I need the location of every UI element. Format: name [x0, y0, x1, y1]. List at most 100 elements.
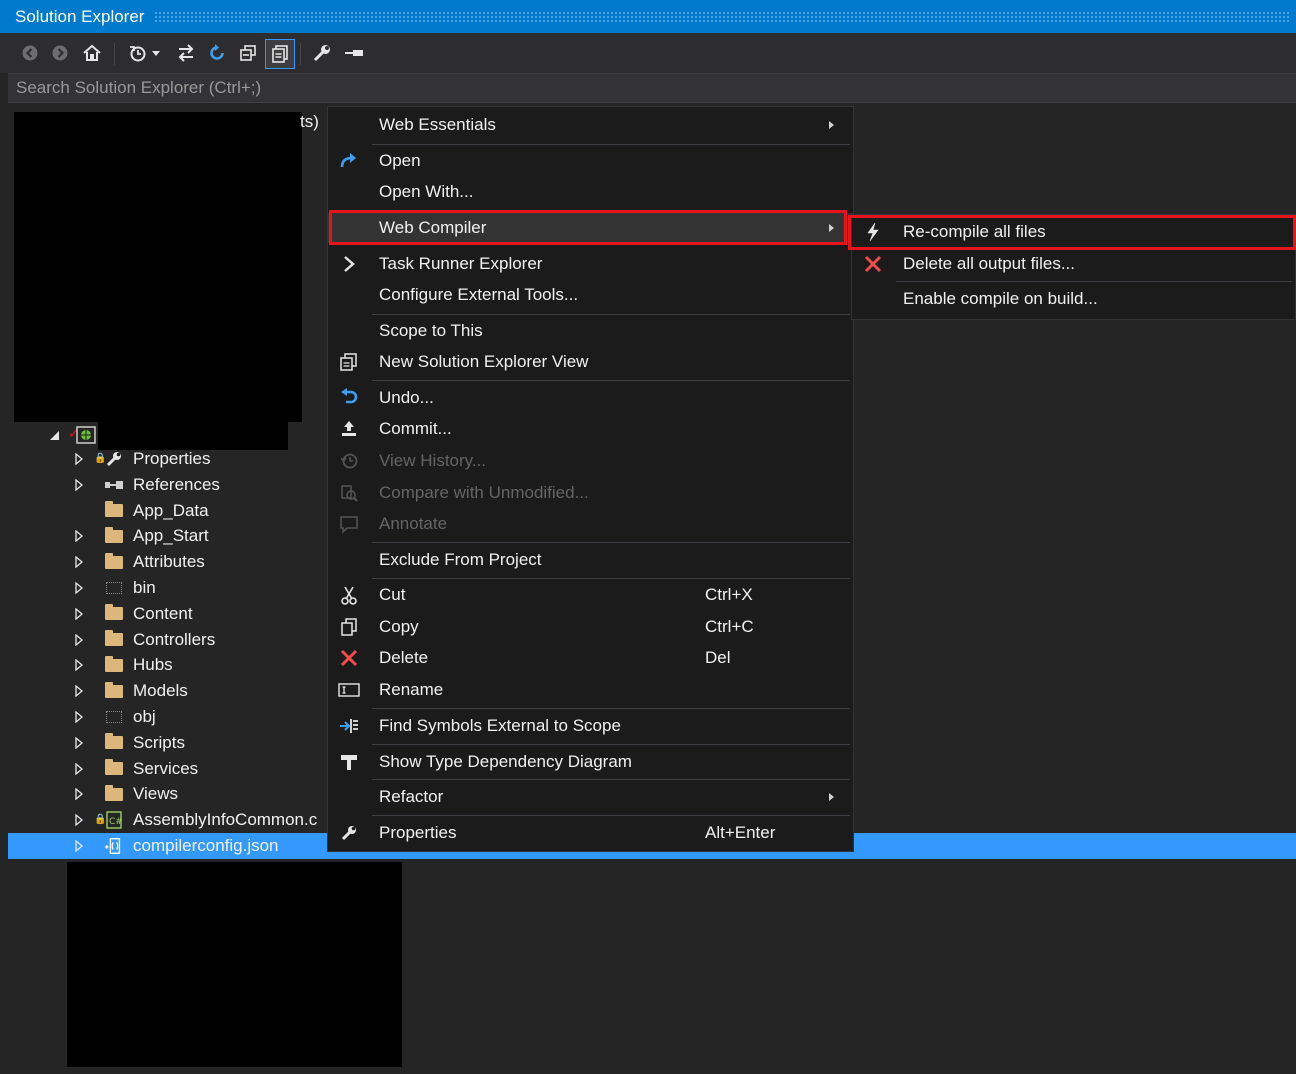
expand-arrow-icon[interactable] — [74, 788, 84, 801]
submenu-item-enable-compile-on-build[interactable]: Enable compile on build... — [852, 284, 1295, 314]
menu-item-open-with[interactable]: Open With... — [328, 177, 853, 207]
menu-item-label: Open With... — [379, 182, 474, 201]
menu-item-commit[interactable]: Commit... — [328, 414, 853, 444]
tree-item-label: Hubs — [133, 655, 173, 675]
expand-arrow-icon[interactable] — [74, 607, 84, 620]
expand-arrow-icon[interactable] — [74, 814, 84, 827]
compare-icon — [336, 481, 362, 505]
json-file-icon — [104, 838, 124, 854]
tree-item-label: compilerconfig.json — [133, 836, 279, 855]
expand-arrow-icon[interactable] — [74, 453, 84, 465]
title-grip[interactable] — [154, 10, 1290, 23]
menu-item-open[interactable]: Open — [328, 146, 853, 176]
tree-item-label: App_Data — [133, 500, 209, 520]
expand-arrow-icon[interactable] — [74, 840, 84, 852]
web-project-icon — [76, 426, 96, 444]
submenu-arrow-icon — [829, 793, 834, 801]
menu-item-delete[interactable]: Delete Del — [328, 643, 853, 673]
menu-item-label: Undo... — [379, 388, 434, 407]
expand-arrow-icon[interactable] — [74, 556, 84, 569]
submenu-item-label: Delete all output files... — [903, 254, 1075, 273]
show-all-files-icon[interactable] — [265, 39, 295, 69]
menu-item-task-runner-explorer[interactable]: Task Runner Explorer — [328, 249, 853, 279]
rename-icon — [336, 678, 362, 702]
tree-item-label: Content — [133, 603, 193, 623]
pin-icon[interactable] — [342, 41, 366, 65]
web-compiler-submenu: Re-compile all files Delete all output fi… — [851, 214, 1296, 320]
menu-item-refactor[interactable]: Refactor — [328, 782, 853, 812]
title-bar: Solution Explorer — [0, 0, 1296, 33]
lightning-icon — [860, 220, 886, 244]
home-icon[interactable] — [80, 41, 104, 65]
expanded-arrow-icon[interactable] — [50, 431, 59, 440]
forward-icon[interactable] — [48, 41, 72, 65]
menu-item-new-solution-explorer-view[interactable]: New Solution Explorer View — [328, 347, 853, 377]
refresh-icon[interactable] — [205, 41, 229, 65]
menu-item-shortcut: Del — [705, 648, 731, 667]
menu-separator — [372, 314, 850, 315]
submenu-item-delete-all-output-files[interactable]: Delete all output files... — [852, 249, 1295, 279]
tree-item-label: Attributes — [133, 552, 205, 572]
folder-icon — [104, 604, 124, 622]
menu-item-web-essentials[interactable]: Web Essentials — [328, 110, 853, 140]
dotted-folder-icon — [104, 580, 124, 596]
menu-item-properties[interactable]: Properties Alt+Enter — [328, 818, 853, 848]
history-dropdown-icon[interactable] — [150, 41, 162, 65]
menu-item-web-compiler[interactable]: Web Compiler — [328, 213, 853, 243]
tree-item-label: Scripts — [133, 732, 185, 752]
history-icon — [336, 449, 362, 473]
history-icon[interactable] — [126, 41, 150, 65]
menu-separator — [372, 815, 850, 816]
expand-arrow-icon[interactable] — [74, 711, 84, 723]
menu-item-label: New Solution Explorer View — [379, 352, 589, 371]
menu-item-show-type-dependency-diagram[interactable]: Show Type Dependency Diagram — [328, 747, 853, 777]
chevron-right-icon — [336, 252, 362, 276]
type-diagram-icon — [336, 750, 362, 774]
redacted-area — [14, 112, 302, 422]
menu-item-find-symbols-external-to-scope[interactable]: Find Symbols External to Scope — [328, 711, 853, 741]
expand-arrow-icon[interactable] — [74, 659, 84, 672]
project-name-fragment: ts) — [300, 112, 319, 131]
expand-arrow-icon[interactable] — [74, 530, 84, 543]
expand-arrow-icon[interactable] — [74, 762, 84, 775]
menu-item-scope-to-this[interactable]: Scope to This — [328, 316, 853, 346]
menu-item-exclude-from-project[interactable]: Exclude From Project — [328, 545, 853, 575]
menu-item-shortcut: Ctrl+C — [705, 617, 754, 636]
menu-item-configure-external-tools[interactable]: Configure External Tools... — [328, 280, 853, 310]
menu-separator — [372, 744, 850, 745]
tree-item-label: References — [133, 474, 220, 494]
menu-item-label: Scope to This — [379, 321, 483, 340]
menu-item-undo[interactable]: Undo... — [328, 383, 853, 413]
find-symbols-icon — [336, 714, 362, 738]
folder-icon — [104, 630, 124, 648]
folder-icon — [104, 552, 124, 570]
back-icon[interactable] — [18, 41, 42, 65]
menu-item-copy[interactable]: Copy Ctrl+C — [328, 612, 853, 642]
menu-item-cut[interactable]: Cut Ctrl+X — [328, 580, 853, 610]
menu-item-compare-with-unmodified: Compare with Unmodified... — [328, 478, 853, 508]
menu-item-label: Find Symbols External to Scope — [379, 716, 621, 735]
menu-item-label: Cut — [379, 585, 406, 604]
svg-text:C#: C# — [109, 817, 123, 827]
scissors-icon — [336, 583, 362, 607]
submenu-item-re-compile-all-files[interactable]: Re-compile all files — [852, 217, 1295, 247]
expand-arrow-icon[interactable] — [74, 685, 84, 698]
menu-item-label: Web Essentials — [379, 115, 496, 134]
expand-arrow-icon[interactable] — [74, 478, 84, 491]
sync-icon[interactable] — [174, 41, 198, 65]
menu-item-label: Copy — [379, 617, 419, 636]
menu-item-label: Web Compiler — [379, 218, 487, 237]
search-input[interactable]: Search Solution Explorer (Ctrl+;) — [8, 73, 1296, 103]
folder-icon — [104, 733, 124, 751]
expand-arrow-icon[interactable] — [74, 736, 84, 749]
menu-item-label: Refactor — [379, 787, 444, 806]
expand-arrow-icon[interactable] — [74, 633, 84, 646]
menu-item-shortcut: Alt+Enter — [705, 823, 776, 842]
menu-item-rename[interactable]: Rename — [328, 675, 853, 705]
menu-separator — [372, 708, 850, 709]
expand-arrow-icon[interactable] — [74, 582, 84, 594]
tree-item-label: Controllers — [133, 629, 216, 649]
collapse-all-icon[interactable] — [236, 41, 260, 65]
wrench-icon — [104, 451, 124, 467]
properties-icon[interactable] — [310, 41, 334, 65]
